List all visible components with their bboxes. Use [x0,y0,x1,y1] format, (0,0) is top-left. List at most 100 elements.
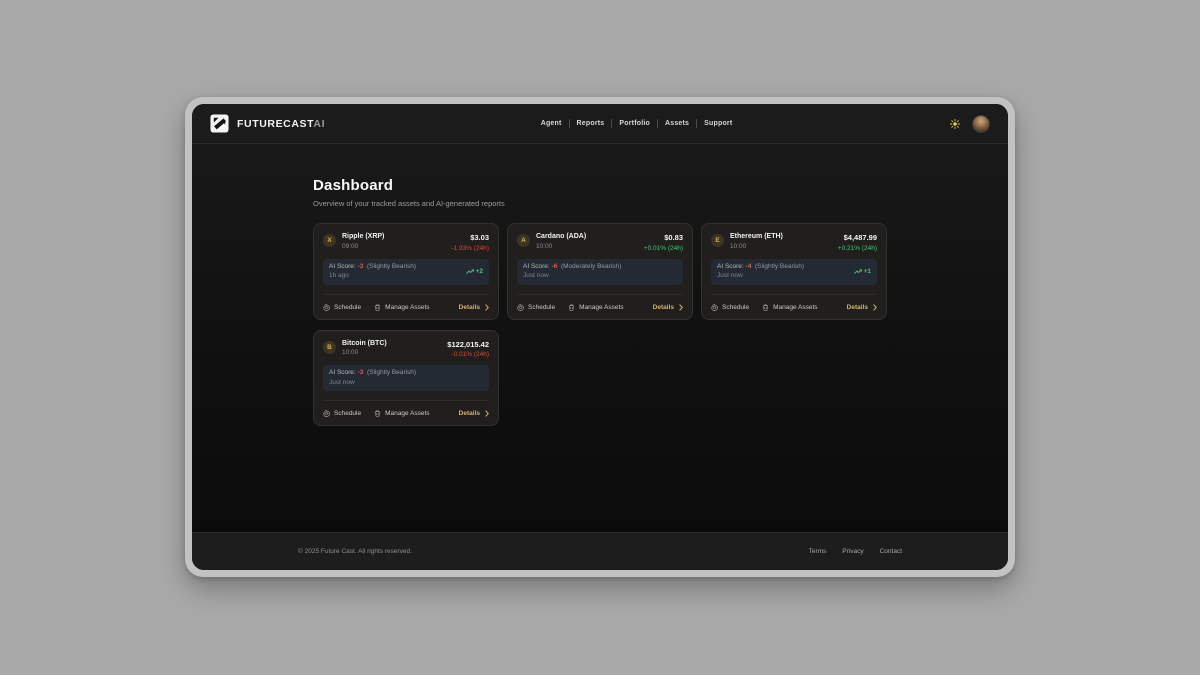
brand-logo[interactable]: FUTURECASTAI [210,114,325,133]
nav-item-agent[interactable]: Agent [534,117,569,130]
nav-item-portfolio[interactable]: Portfolio [612,117,657,130]
page-subtitle: Overview of your tracked assets and AI-g… [313,199,887,208]
footer-link-terms[interactable]: Terms [809,548,827,555]
main-content: Dashboard Overview of your tracked asset… [192,144,1008,532]
coin-icon: B [323,341,336,354]
ai-score-value: -4 [746,263,752,270]
trash-icon [762,304,769,311]
card-actions: Schedule Manage Assets Details [323,408,489,418]
card-header: X Ripple (XRP) 09:00 $3.03 -1.93% (24h) [323,233,489,252]
user-avatar[interactable] [972,115,990,133]
copyright-text: © 2025 Future Cast. All rights reserved. [298,548,412,555]
ai-updated-time: 1h ago [329,273,416,280]
theme-toggle-button[interactable] [948,117,962,131]
trash-icon [374,304,381,311]
main-nav: Agent Reports Portfolio Assets Support [325,117,948,130]
chevron-right-icon [873,304,877,311]
nav-item-reports[interactable]: Reports [570,117,612,130]
chevron-right-icon [485,410,489,417]
card-actions: Schedule Manage Assets Details [323,302,489,312]
manage-assets-button[interactable]: Manage Assets [374,304,429,311]
ai-score-box: AI Score: -3 (Slightly Bearish) Just now [323,365,489,391]
details-button[interactable]: Details [459,410,489,417]
page-footer: © 2025 Future Cast. All rights reserved.… [192,532,1008,570]
card-header: B Bitcoin (BTC) 10:00 $122,015.42 -0.01%… [323,340,489,359]
coin-change: +0.01% (24h) [644,245,683,252]
coin-time: 10:00 [730,243,783,250]
asset-card-ripple: X Ripple (XRP) 09:00 $3.03 -1.93% (24h) [313,223,499,320]
trash-icon [568,304,575,311]
details-button[interactable]: Details [847,304,877,311]
gear-icon [711,304,718,311]
divider [323,400,489,401]
trending-up-icon [466,269,474,275]
divider [323,294,489,295]
card-actions: Schedule Manage Assets Details [517,302,683,312]
page-title: Dashboard [313,177,887,194]
gear-icon [517,304,524,311]
footer-links: Terms Privacy Contact [809,548,902,555]
ai-score-sentiment: (Slightly Bearish) [367,369,416,376]
gear-icon [323,304,330,311]
coin-price: $0.83 [644,233,683,242]
details-button[interactable]: Details [459,304,489,311]
schedule-button[interactable]: Schedule [323,304,361,311]
coin-price: $3.03 [451,233,489,242]
chevron-right-icon [485,304,489,311]
coin-time: 09:00 [342,243,384,250]
manage-assets-button[interactable]: Manage Assets [568,304,623,311]
card-actions: Schedule Manage Assets Details [711,302,877,312]
card-header: A Cardano (ADA) 10:00 $0.83 +0.01% (24h) [517,233,683,252]
divider [517,294,683,295]
coin-change: -0.01% (24h) [447,351,489,358]
ai-updated-time: Just now [717,273,804,280]
app-window: FUTURECASTAI Agent Reports Portfolio Ass… [185,97,1015,577]
ai-score-box: AI Score: -3 (Slightly Bearish) 1h ago +… [323,259,489,285]
coin-icon: X [323,234,336,247]
top-navbar: FUTURECASTAI Agent Reports Portfolio Ass… [192,104,1008,144]
coin-change: -1.93% (24h) [451,245,489,252]
schedule-button[interactable]: Schedule [517,304,555,311]
coin-name: Ethereum (ETH) [730,233,783,240]
trash-icon [374,410,381,417]
card-header: E Ethereum (ETH) 10:00 $4,487.99 +0.21% … [711,233,877,252]
ai-score-value: -3 [358,369,364,376]
trend-value: +2 [476,268,483,275]
ai-score-label: AI Score: [329,369,356,376]
coin-price: $4,487.99 [838,233,877,242]
asset-card-ethereum: E Ethereum (ETH) 10:00 $4,487.99 +0.21% … [701,223,887,320]
coin-name: Bitcoin (BTC) [342,340,387,347]
footer-link-contact[interactable]: Contact [880,548,902,555]
ai-score-value: -3 [358,263,364,270]
ai-updated-time: Just now [329,380,416,387]
coin-change: +0.21% (24h) [838,245,877,252]
ai-score-label: AI Score: [329,263,356,270]
header-controls [948,115,990,133]
manage-assets-button[interactable]: Manage Assets [374,410,429,417]
asset-card-cardano: A Cardano (ADA) 10:00 $0.83 +0.01% (24h) [507,223,693,320]
ai-updated-time: Just now [523,273,621,280]
nav-item-support[interactable]: Support [697,117,739,130]
schedule-button[interactable]: Schedule [711,304,749,311]
details-button[interactable]: Details [653,304,683,311]
footer-link-privacy[interactable]: Privacy [842,548,863,555]
ai-score-sentiment: (Slightly Bearish) [755,263,804,270]
trend-value: +1 [864,268,871,275]
app-screen: FUTURECASTAI Agent Reports Portfolio Ass… [192,104,1008,570]
coin-icon: A [517,234,530,247]
manage-assets-button[interactable]: Manage Assets [762,304,817,311]
coin-price: $122,015.42 [447,340,489,349]
nav-item-assets[interactable]: Assets [658,117,696,130]
coin-icon: E [711,234,724,247]
schedule-button[interactable]: Schedule [323,410,361,417]
gear-icon [323,410,330,417]
asset-card-grid: X Ripple (XRP) 09:00 $3.03 -1.93% (24h) [313,223,887,426]
coin-time: 10:00 [342,349,387,356]
ai-score-sentiment: (Slightly Bearish) [367,263,416,270]
sun-icon [950,119,960,129]
trending-up-icon [854,269,862,275]
divider [711,294,877,295]
ai-score-value: -6 [552,263,558,270]
chevron-right-icon [679,304,683,311]
ai-score-box: AI Score: -4 (Slightly Bearish) Just now… [711,259,877,285]
